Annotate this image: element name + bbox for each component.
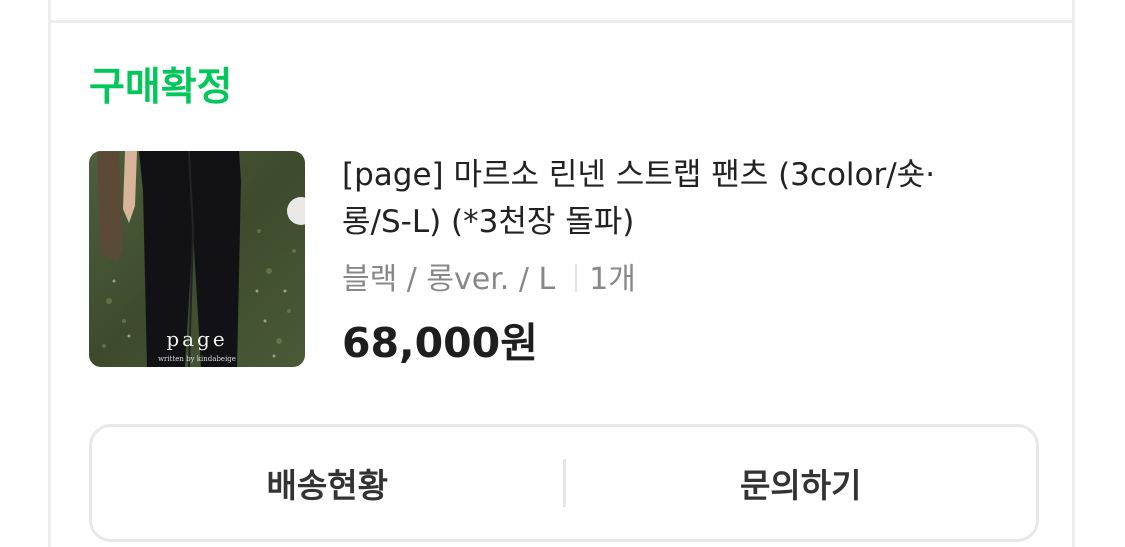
thumbnail-sub-text: written by kindabeige: [158, 355, 236, 363]
product-title[interactable]: [page] 마르소 린넨 스트랩 팬츠 (3color/숏· 롱/S-L) (…: [342, 152, 1042, 246]
product-title-line2: 롱/S-L) (*3천장 돌파): [342, 204, 635, 240]
product-photo-image: page written by kindabeige: [89, 151, 305, 367]
order-status-label: 구매확정: [89, 65, 233, 110]
product-thumbnail[interactable]: page written by kindabeige: [89, 151, 305, 367]
order-history-page: 구매확정 page written by kindabeige [page] 마…: [0, 0, 1125, 547]
product-price: 68,000원: [342, 319, 538, 367]
order-card: 구매확정 page written by kindabeige [page] 마…: [48, 0, 1075, 547]
quantity-text: 1개: [589, 262, 636, 297]
top-divider: [51, 20, 1072, 23]
order-action-bar: 배송현황 문의하기: [89, 424, 1039, 542]
product-options: 블랙 / 롱ver. / L 1개: [342, 259, 636, 301]
shipping-status-button[interactable]: 배송현황: [92, 427, 563, 539]
inquiry-button[interactable]: 문의하기: [566, 427, 1037, 539]
option-divider: [575, 264, 578, 292]
product-title-line1: [page] 마르소 린넨 스트랩 팬츠 (3color/숏·: [342, 157, 936, 193]
option-text: 블랙 / 롱ver. / L: [342, 262, 556, 297]
thumbnail-brand-text: page: [166, 327, 227, 351]
